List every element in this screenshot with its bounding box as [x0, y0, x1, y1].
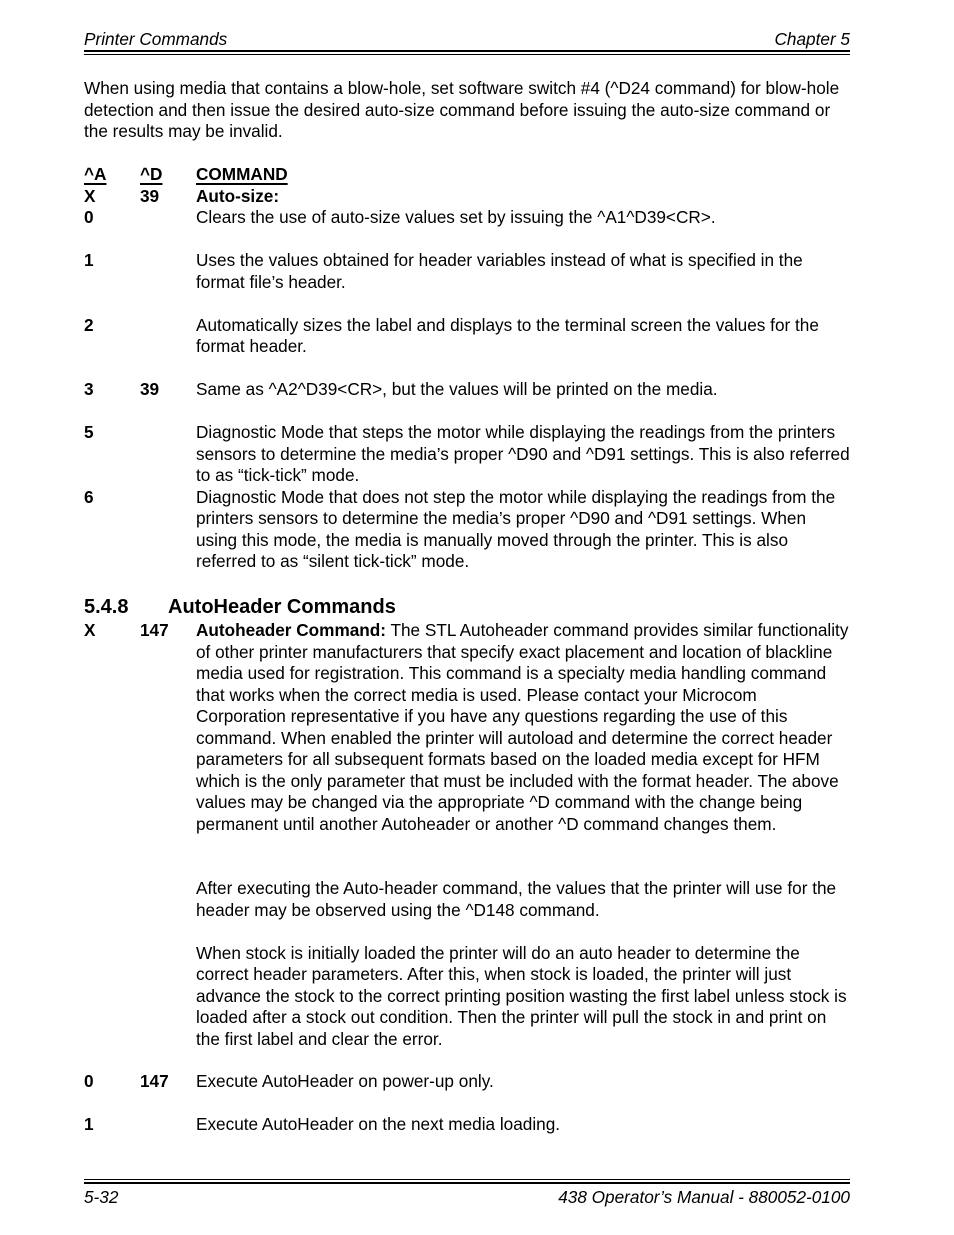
param-description: Clears the use of auto-size values set b… [196, 207, 716, 227]
section-title: AutoHeader Commands [168, 596, 396, 618]
param-a: 0 [84, 1071, 94, 1091]
param-a: 6 [84, 486, 94, 507]
param-description: Same as ^A2^D39<CR>, but the values will… [196, 379, 718, 399]
col-header-command: COMMAND [196, 164, 288, 184]
header-rule [84, 50, 850, 55]
autoheader-d: 147 [140, 620, 169, 640]
param-description: Uses the values obtained for header vari… [196, 250, 803, 292]
param-a: 5 [84, 422, 94, 442]
header-section-title: Printer Commands [84, 29, 228, 49]
param-a: 1 [84, 250, 94, 270]
autosize-title: Auto-size: [196, 185, 280, 206]
autoheader-a: X [84, 620, 96, 640]
param-description: Execute AutoHeader on the next media loa… [196, 1114, 561, 1134]
autoheader-paragraph-2: After executing the Auto-header command,… [196, 878, 837, 920]
intro-paragraph: When using media that contains a blow-ho… [84, 78, 840, 141]
param-a: 1 [84, 1114, 94, 1134]
header-chapter: Chapter 5 [774, 29, 850, 49]
param-description: Diagnostic Mode that steps the motor whi… [196, 422, 850, 485]
param-description: Diagnostic Mode that does not step the m… [196, 486, 836, 572]
autoheader-paragraph-3: When stock is initially loaded the print… [196, 942, 847, 1049]
autoheader-description: Autoheader Command: The STL Autoheader c… [196, 620, 850, 835]
running-footer: 5-32 438 Operator’s Manual - 880052-0100 [84, 1186, 850, 1208]
page-number: 5-32 [84, 1187, 119, 1207]
autosize-d: 39 [140, 185, 160, 206]
param-description: Automatically sizes the label and displa… [196, 314, 819, 357]
param-a: 3 [84, 379, 94, 399]
param-d: 39 [140, 379, 160, 399]
param-description: Execute AutoHeader on power-up only. [196, 1071, 494, 1091]
running-header: Printer Commands Chapter 5 [84, 28, 850, 50]
param-a: 0 [84, 207, 94, 227]
manual-title: 438 Operator’s Manual - 880052-0100 [558, 1187, 850, 1207]
col-header-d: ^D [140, 164, 163, 184]
param-d: 147 [140, 1071, 169, 1091]
autosize-a: X [84, 185, 96, 206]
autoheader-paragraph-1: The STL Autoheader command provides simi… [196, 620, 849, 834]
autoheader-lead: Autoheader Command: [196, 620, 387, 640]
footer-rule [84, 1179, 850, 1184]
param-a: 2 [84, 314, 94, 335]
col-header-a: ^A [84, 164, 107, 184]
section-number: 5.4.8 [84, 596, 129, 618]
